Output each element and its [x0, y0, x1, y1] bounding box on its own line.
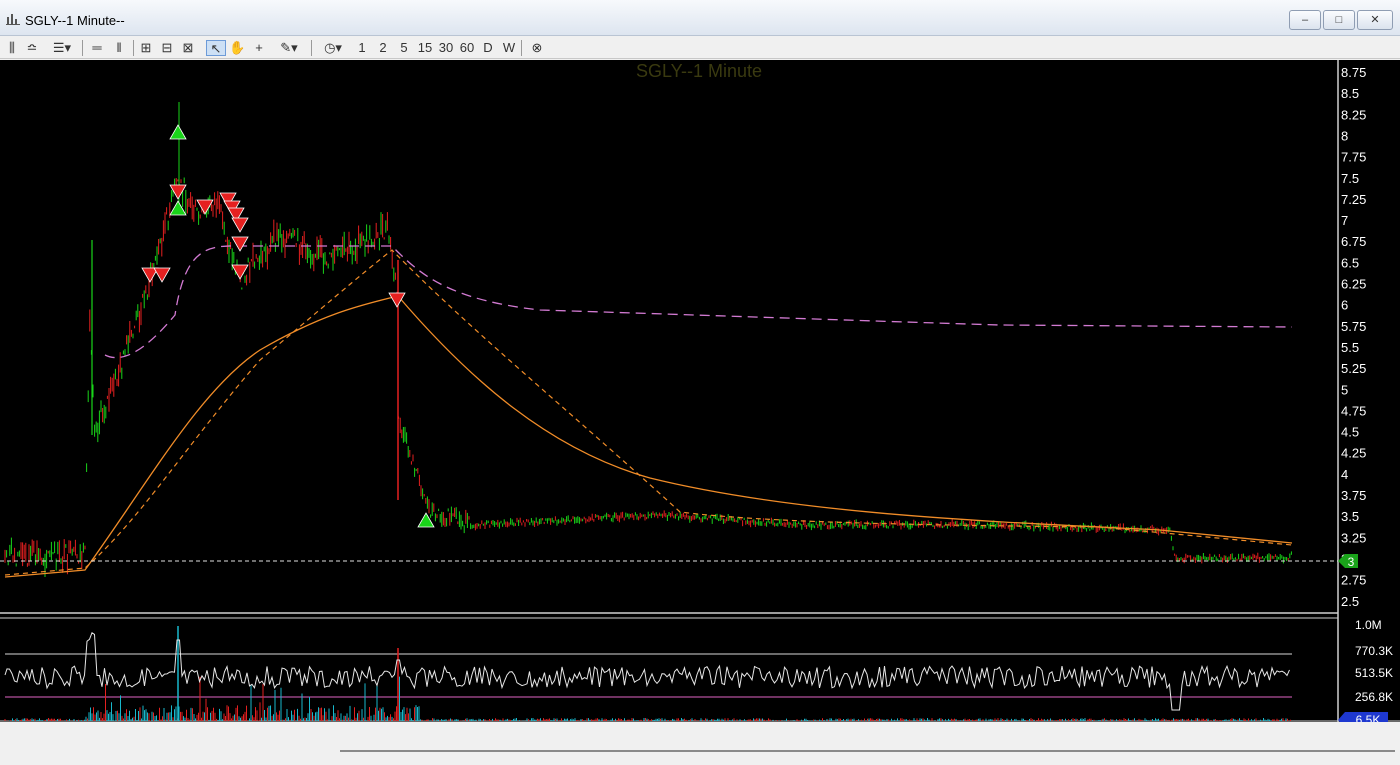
horizontal-line-icon[interactable]: ═	[89, 40, 105, 56]
sell-signal-arrow	[231, 264, 249, 280]
chart-app-icon	[6, 14, 20, 25]
price-tick-label: 3.25	[1341, 530, 1366, 545]
bar-style-icon[interactable]: ⫼	[4, 40, 20, 56]
chart-toolbar: ⫼ ≏ ☰▾ ═ ‖ ⊞ ⊟ ⊠ ↖ ✋ + ✎▾ ◷▾ 1 2 5 15 30…	[0, 37, 1400, 59]
sell-signal-arrow	[196, 199, 214, 215]
period-15-button[interactable]: 15	[416, 40, 434, 56]
price-tick-label: 4.75	[1341, 403, 1366, 418]
price-tick-label: 7.25	[1341, 192, 1366, 207]
price-chart-svg: SGLY--1 Minute 8.75 8.5 8.25 8 7.75 7.5 7.25 7 6…	[0, 60, 1400, 740]
sell-signal-arrow	[153, 267, 171, 283]
period-2-button[interactable]: 2	[377, 40, 389, 56]
price-tick-label: 8	[1341, 128, 1348, 143]
status-bar	[0, 722, 1400, 765]
volume-tick-label: 770.3K	[1355, 644, 1393, 658]
close-icon: ✕	[1370, 14, 1380, 26]
close-circle-icon[interactable]: ⊗	[528, 40, 546, 56]
price-tick-label: 4.25	[1341, 446, 1366, 461]
period-1-button[interactable]: 1	[356, 40, 368, 56]
pointer-icon[interactable]: ↖	[206, 40, 226, 56]
last-volume-label: 6.5K	[1356, 713, 1381, 722]
chart-area[interactable]: SGLY--1 Minute 8.75 8.5 8.25 8 7.75 7.5 7.25 7 6…	[0, 60, 1400, 740]
price-tick-label: 8.25	[1341, 107, 1366, 122]
buy-signal-arrow	[169, 200, 187, 216]
price-tick-label: 2.5	[1341, 594, 1359, 609]
zoom-in-icon[interactable]: ⊞	[138, 40, 154, 56]
price-tick-label: 2.75	[1341, 573, 1366, 588]
price-tick-label: 7.5	[1341, 171, 1359, 186]
volume-tick-label: 1.0M	[1355, 618, 1382, 632]
volume-axis: 1.0M 770.3K 513.5K 256.8K	[1355, 618, 1393, 704]
chart-title: SGLY--1 Minute	[636, 61, 762, 81]
maximize-button[interactable]: □	[1323, 10, 1355, 30]
crosshair-icon[interactable]: +	[251, 40, 267, 56]
price-tick-label: 5.5	[1341, 340, 1359, 355]
draw-pencil-icon[interactable]: ✎▾	[274, 40, 304, 56]
zoom-out-icon[interactable]: ⊟	[159, 40, 175, 56]
window-titlebar: SGLY--1 Minute-- – □ ✕	[0, 0, 1400, 36]
volume-tick-label: 256.8K	[1355, 690, 1393, 704]
price-tick-label: 3.75	[1341, 488, 1366, 503]
studies-icon[interactable]: ☰▾	[48, 40, 76, 56]
volume-tick-label: 513.5K	[1355, 666, 1393, 680]
price-tick-label: 5	[1341, 382, 1348, 397]
line-style-icon[interactable]: ≏	[24, 40, 40, 56]
volume-panel	[4, 626, 1292, 721]
minimize-button[interactable]: –	[1289, 10, 1321, 30]
price-tick-label: 7	[1341, 213, 1348, 228]
zoom-fit-icon[interactable]: ⊠	[180, 40, 196, 56]
price-axis: 8.75 8.5 8.25 8 7.75 7.5 7.25 7 6.75 6.5 6.25 6 5.75…	[1341, 65, 1366, 609]
sell-signal-arrow	[231, 236, 249, 252]
price-bars	[4, 102, 1292, 577]
minimize-icon: –	[1301, 14, 1309, 26]
period-daily-button[interactable]: D	[481, 40, 495, 56]
close-button[interactable]: ✕	[1357, 10, 1393, 30]
period-5-button[interactable]: 5	[398, 40, 410, 56]
period-weekly-button[interactable]: W	[502, 40, 516, 56]
price-tick-label: 3.5	[1341, 509, 1359, 524]
sell-signal-arrow	[231, 217, 249, 233]
period-30-button[interactable]: 30	[437, 40, 455, 56]
price-tick-label: 8.5	[1341, 86, 1359, 101]
price-tick-label: 4.5	[1341, 425, 1359, 440]
price-tick-label: 5.25	[1341, 361, 1366, 376]
last-price-label: 3	[1348, 555, 1355, 569]
price-tick-label: 6.5	[1341, 255, 1359, 270]
price-tick-label: 4	[1341, 467, 1348, 482]
maximize-icon: □	[1335, 14, 1343, 26]
buy-signal-arrow	[169, 124, 187, 140]
vertical-bars-icon[interactable]: ‖	[111, 40, 127, 56]
price-tick-label: 6.25	[1341, 277, 1366, 292]
period-60-button[interactable]: 60	[458, 40, 476, 56]
indicator-lines	[4, 245, 1293, 578]
sell-signal-arrow	[388, 292, 406, 308]
price-tick-label: 6.75	[1341, 234, 1366, 249]
price-tick-label: 6	[1341, 298, 1348, 313]
window-title: SGLY--1 Minute--	[25, 13, 125, 28]
price-tick-label: 5.75	[1341, 319, 1366, 334]
sell-signal-arrow	[169, 184, 187, 200]
price-tick-label: 7.75	[1341, 150, 1366, 165]
trade-signals	[141, 124, 435, 528]
hand-icon[interactable]: ✋	[229, 40, 245, 56]
volume-oscillator-line	[4, 632, 1290, 711]
horizontal-scrollbar[interactable]	[340, 750, 1395, 752]
price-tick-label: 8.75	[1341, 65, 1366, 80]
buy-signal-arrow	[417, 512, 435, 528]
clock-icon[interactable]: ◷▾	[318, 40, 348, 56]
